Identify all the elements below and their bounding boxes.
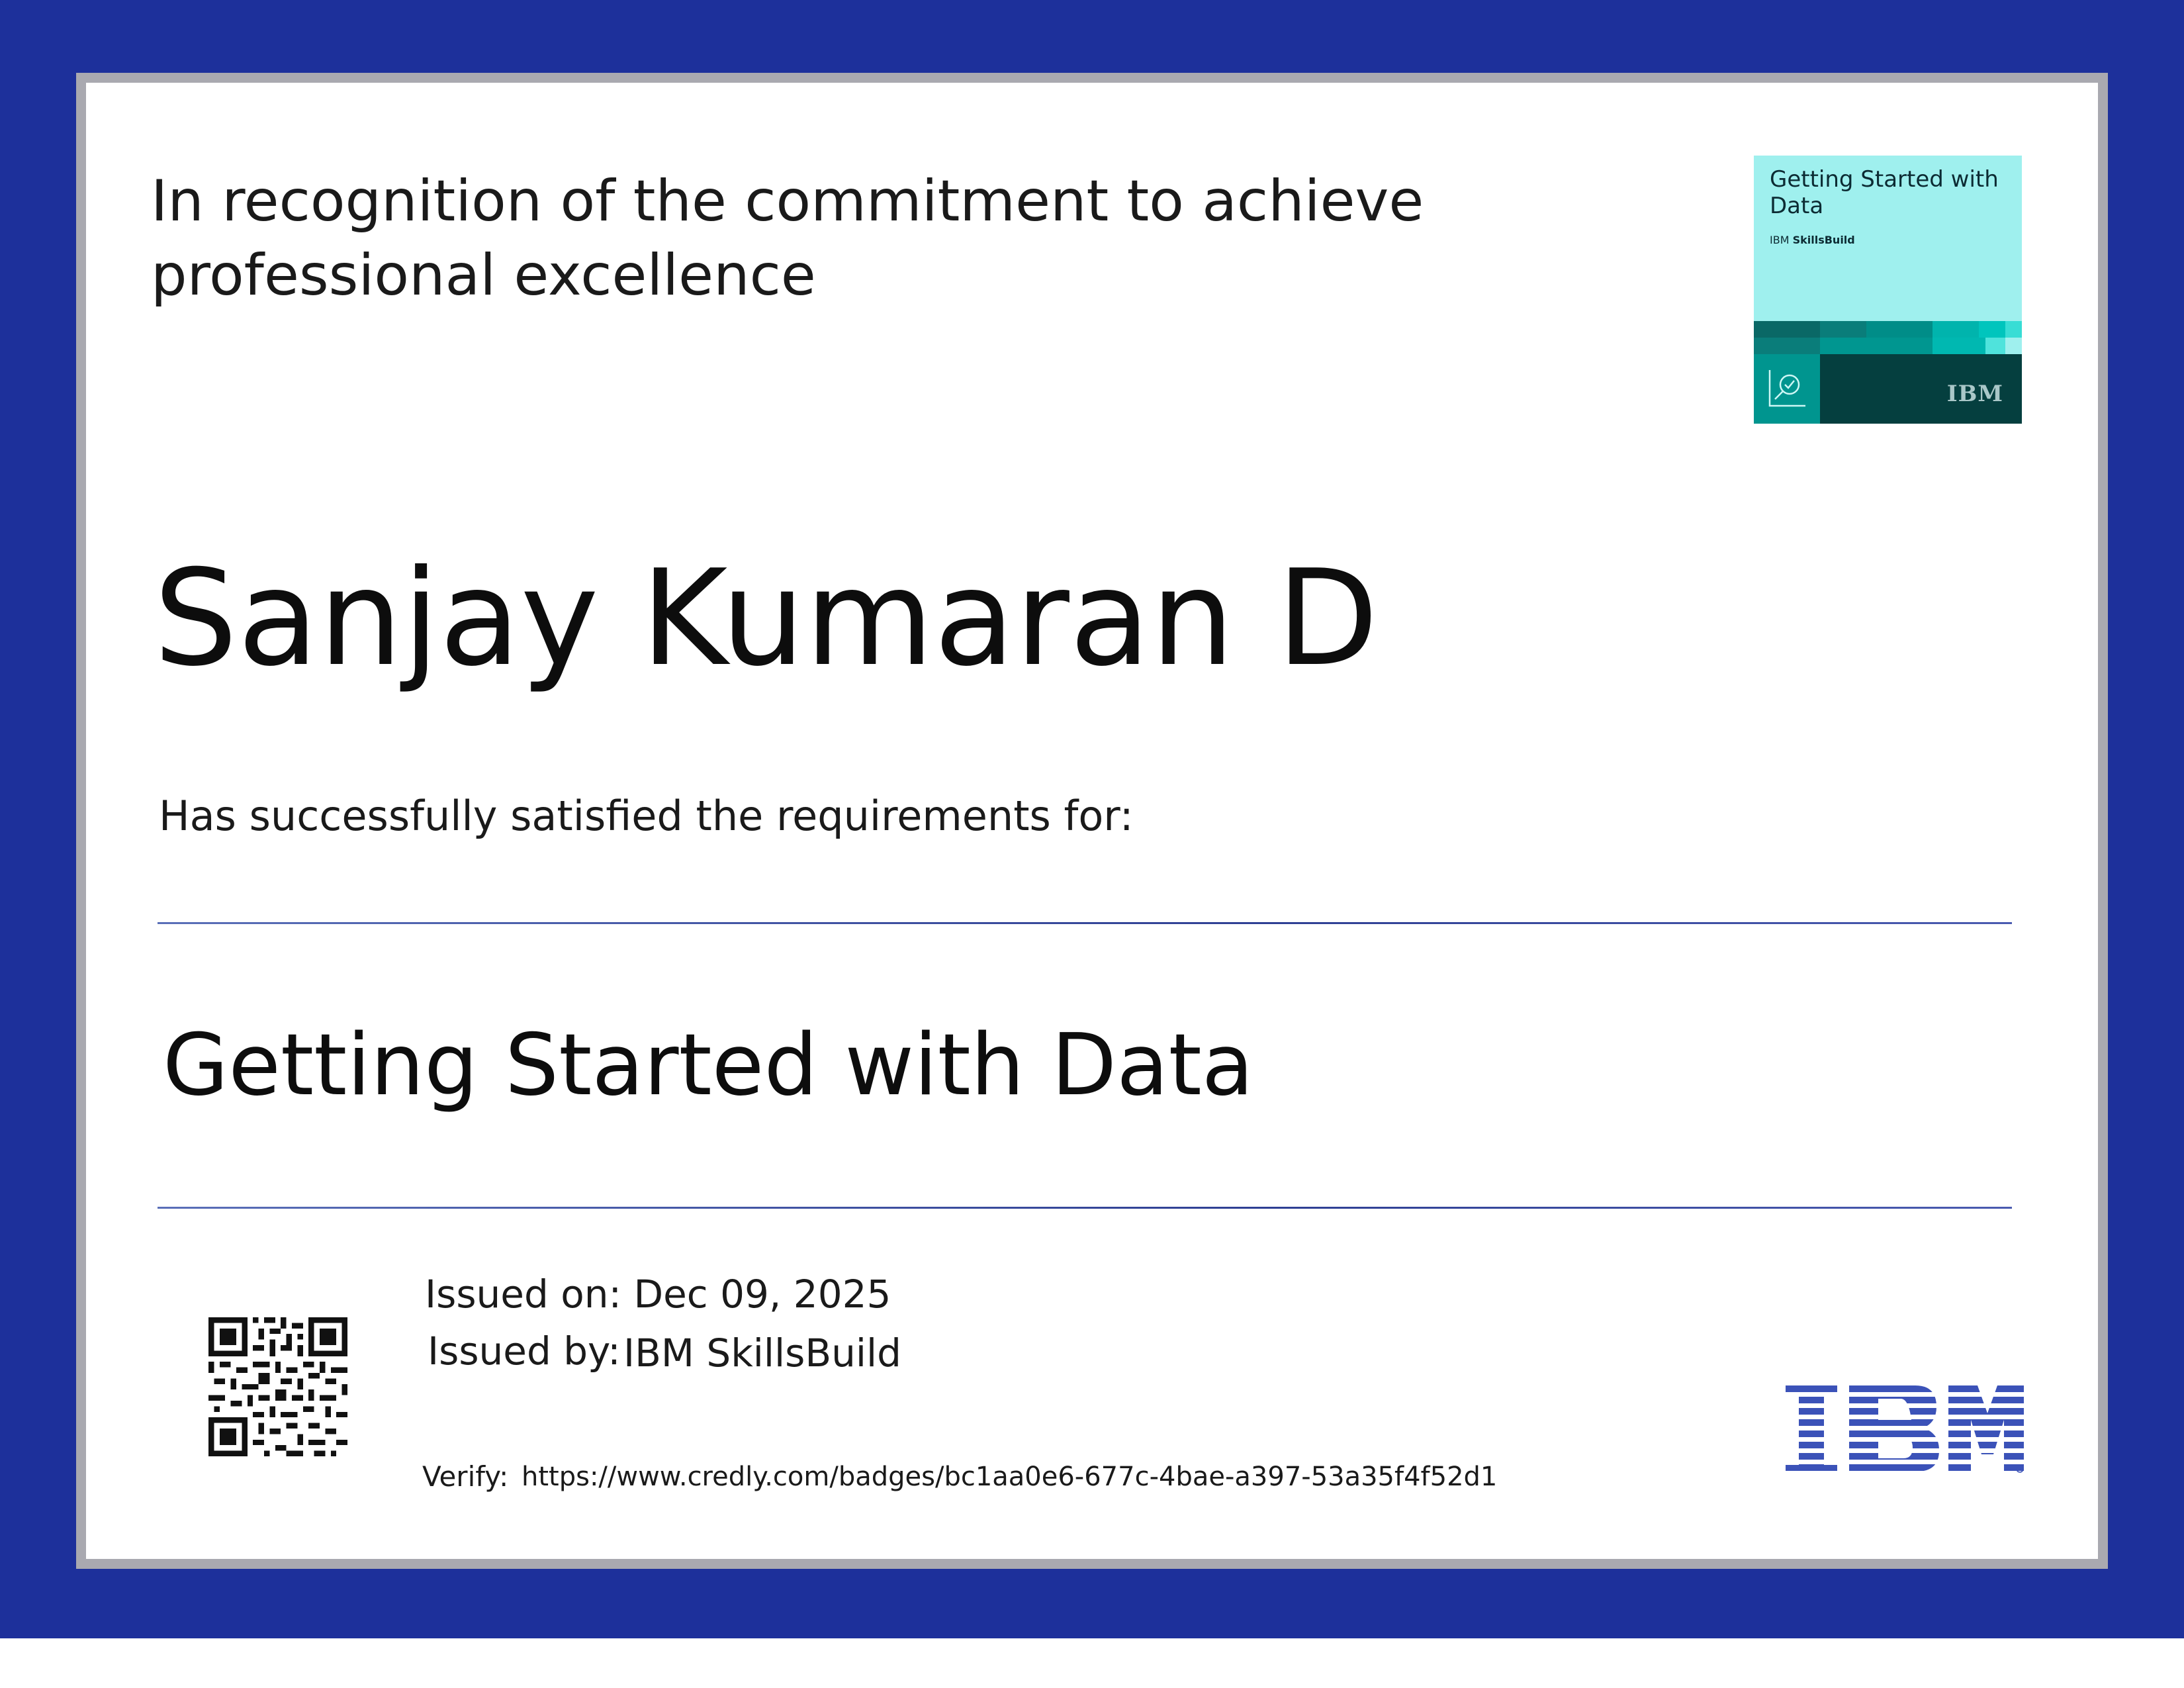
badge-subtitle: IBM SkillsBuild xyxy=(1770,234,1855,247)
requirements-statement: Has successfully satisfied the requireme… xyxy=(159,792,1134,840)
divider-bottom xyxy=(158,1207,2012,1209)
course-title: Getting Started with Data xyxy=(163,1016,1254,1115)
ibm-logo xyxy=(1786,1385,2024,1473)
badge-subtitle-prefix: IBM xyxy=(1770,234,1790,246)
issue-date: Issued on: Dec 09, 2025 xyxy=(425,1272,891,1317)
verify-label: Verify: xyxy=(422,1460,509,1493)
qr-code[interactable] xyxy=(208,1317,347,1456)
issuer-name: IBM SkillsBuild xyxy=(623,1331,901,1376)
divider-top xyxy=(158,922,2012,924)
recognition-heading: In recognition of the commitment to achi… xyxy=(151,168,1424,308)
verify-link[interactable]: https://www.credly.com/badges/bc1aa0e6-6… xyxy=(522,1458,1497,1495)
course-badge[interactable]: Getting Started with Data IBM SkillsBuil… xyxy=(1754,156,2022,424)
badge-title: Getting Started with Data xyxy=(1770,166,1999,219)
badge-subtitle-brand: SkillsBuild xyxy=(1792,234,1855,246)
issuer-label: Issued by: xyxy=(428,1329,621,1374)
recipient-name: Sanjay Kumaran D xyxy=(154,541,1379,696)
badge-ibm-logo: IBM xyxy=(1946,381,2003,407)
data-analysis-icon xyxy=(1768,370,1805,407)
